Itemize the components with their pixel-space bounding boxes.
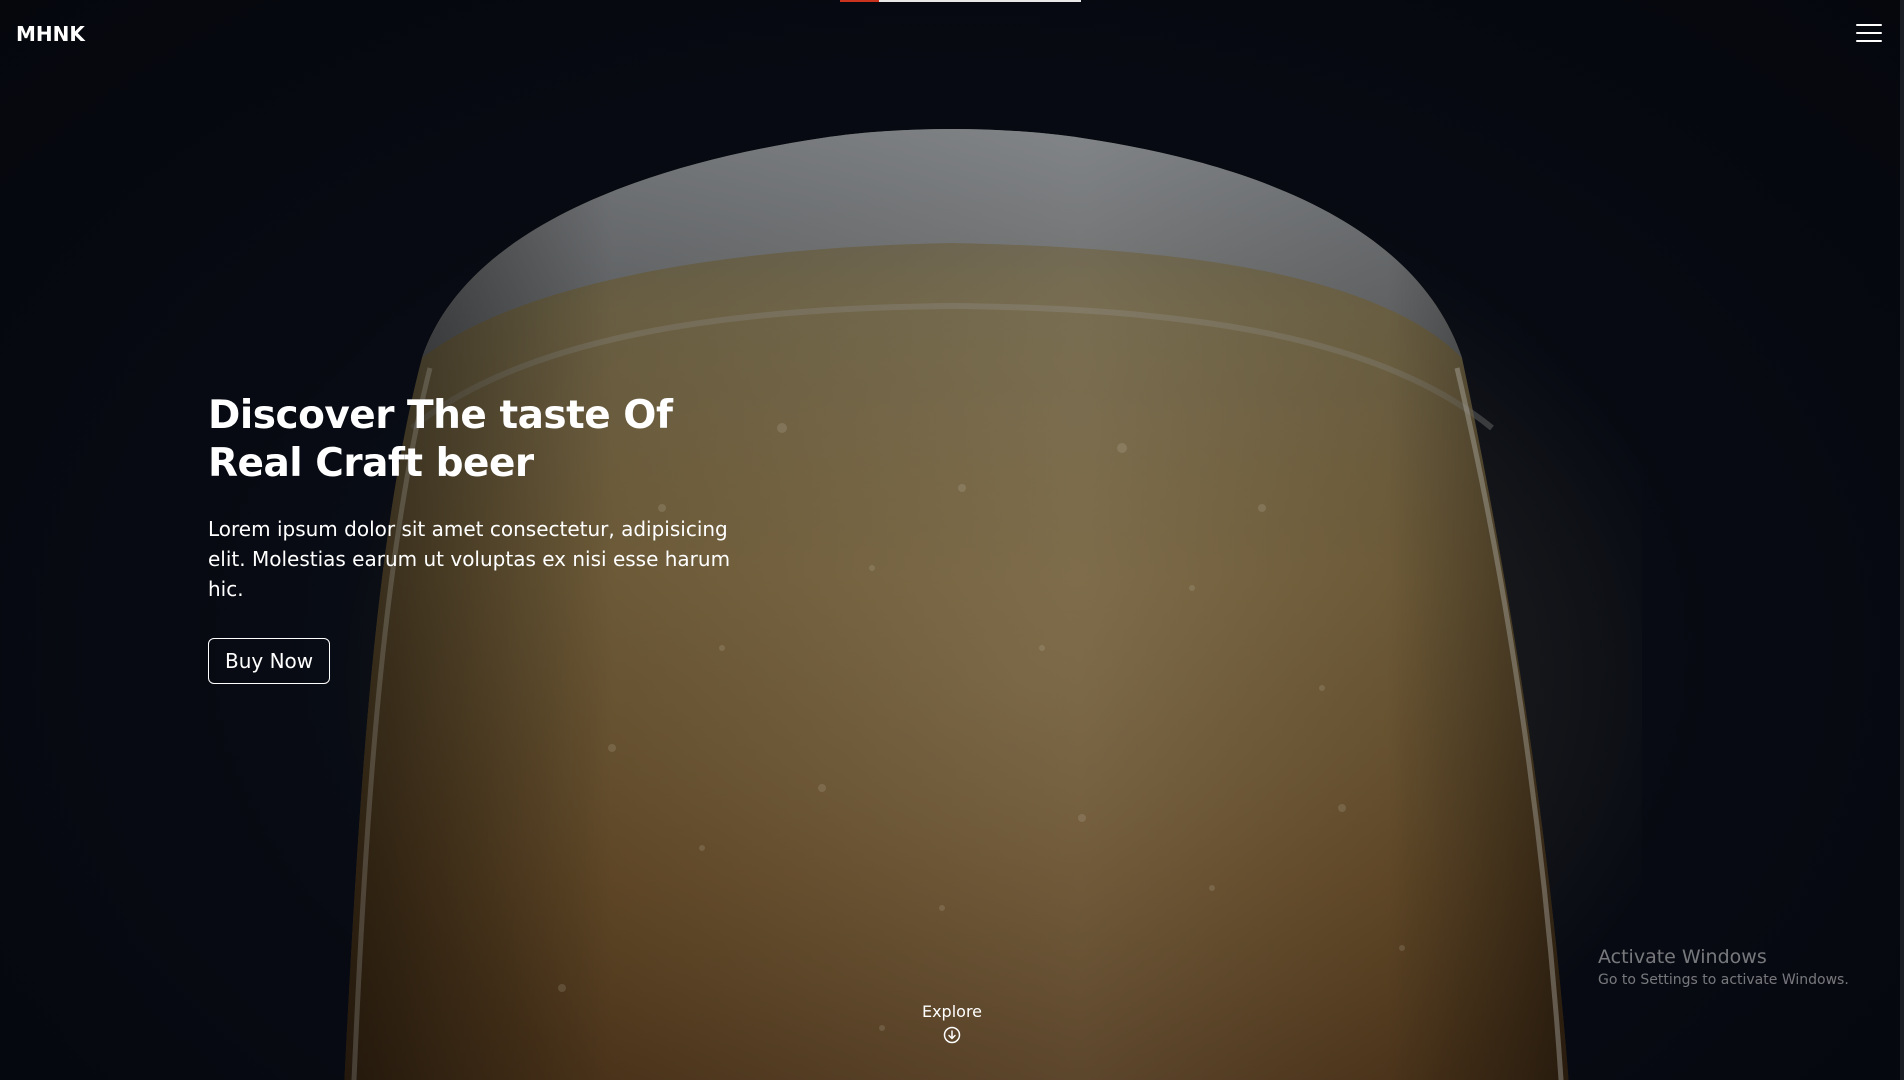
menu-line xyxy=(1856,32,1882,34)
logo[interactable]: MHNK xyxy=(16,22,85,46)
navbar: MHNK xyxy=(0,0,1904,68)
explore-link[interactable]: Explore xyxy=(900,1002,1004,1044)
scrollbar[interactable] xyxy=(1900,0,1904,1080)
hero-title-line1: Discover The taste Of xyxy=(208,393,673,438)
hero-title: Discover The taste Of Real Craft beer xyxy=(208,392,768,488)
page: MHNK Discover The taste Of Real Craft be… xyxy=(0,0,1904,1080)
arrow-down-circle-icon xyxy=(943,1026,961,1044)
explore-label: Explore xyxy=(921,1002,983,1021)
buy-now-button[interactable]: Buy Now xyxy=(208,638,331,684)
windows-activation-watermark: Activate Windows Go to Settings to activ… xyxy=(1598,944,1849,990)
hamburger-menu-icon[interactable] xyxy=(1856,22,1882,46)
hero-title-line2: Real Craft beer xyxy=(208,441,534,486)
watermark-subtitle: Go to Settings to activate Windows. xyxy=(1598,972,1849,988)
menu-line xyxy=(1856,40,1882,42)
menu-line xyxy=(1856,24,1882,26)
watermark-title: Activate Windows xyxy=(1598,946,1767,968)
hero-content: Discover The taste Of Real Craft beer Lo… xyxy=(208,392,768,684)
hero-text: Lorem ipsum dolor sit amet consectetur, … xyxy=(208,517,731,601)
